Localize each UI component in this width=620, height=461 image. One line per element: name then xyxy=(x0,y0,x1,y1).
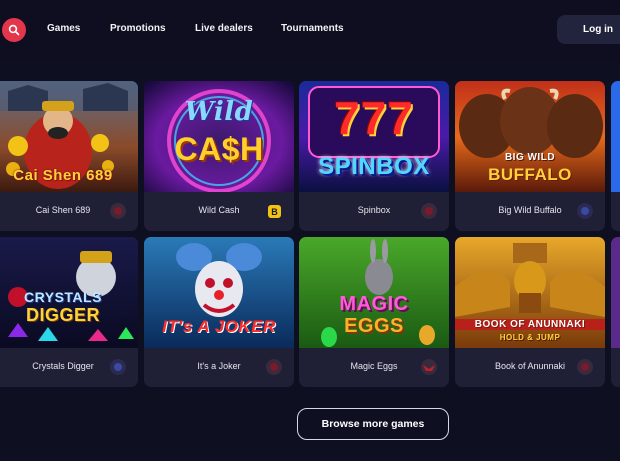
game-card-big-wild-buffalo[interactable]: BIG WILD BUFFALO Big Wild Buffalo xyxy=(455,81,605,231)
game-card-cai-shen-689[interactable]: Cai Shen 689 Cai Shen 689 xyxy=(0,81,138,231)
nav-games[interactable]: Games xyxy=(47,23,80,34)
game-logo-text: Wild xyxy=(184,97,254,127)
game-card-partial[interactable] xyxy=(611,81,620,231)
game-logo-text: BOOK OF ANUNNAKI xyxy=(455,319,605,330)
game-card-book-of-anunnaki[interactable]: BOOK OF ANUNNAKI HOLD & JUMP Book of Anu… xyxy=(455,237,605,387)
provider-logo-icon xyxy=(114,363,122,371)
provider-badge-b: B xyxy=(268,205,281,218)
provider-logo-icon xyxy=(581,207,589,215)
game-logo-text: MAGIC xyxy=(339,293,409,315)
provider-badge xyxy=(421,359,437,375)
provider-badge xyxy=(421,203,437,219)
game-logo-text: 777 xyxy=(334,92,414,144)
provider-badge xyxy=(110,359,126,375)
game-logo-text: BUFFALO xyxy=(488,165,572,184)
game-logo-text: SPINBOX xyxy=(318,153,430,180)
provider-logo-icon xyxy=(270,363,278,371)
provider-badge xyxy=(110,203,126,219)
game-card-its-a-joker[interactable]: IT's A JOKER It's a Joker xyxy=(144,237,294,387)
provider-logo-icon xyxy=(425,207,433,215)
game-thumbnail[interactable] xyxy=(611,81,620,192)
provider-logo-icon xyxy=(581,363,589,371)
nav-live-dealers[interactable]: Live dealers xyxy=(195,23,253,34)
game-logo-text: HOLD & JUMP xyxy=(499,333,561,342)
game-logo-text: EGGS xyxy=(344,315,404,337)
game-thumbnail[interactable]: CRYSTALS DIGGER xyxy=(0,237,138,348)
provider-logo-icon xyxy=(114,207,122,215)
game-thumbnail[interactable]: MAGIC EGGS xyxy=(299,237,449,348)
game-logo-text: IT's A JOKER xyxy=(162,317,276,336)
nav-promotions[interactable]: Promotions xyxy=(110,23,166,34)
game-thumbnail[interactable] xyxy=(611,237,620,348)
game-thumbnail[interactable]: BOOK OF ANUNNAKI HOLD & JUMP xyxy=(455,237,605,348)
game-card-magic-eggs[interactable]: MAGIC EGGS Magic Eggs xyxy=(299,237,449,387)
top-navigation-bar: Games Promotions Live dealers Tournament… xyxy=(0,0,620,60)
search-icon xyxy=(8,24,20,36)
game-thumbnail[interactable]: IT's A JOKER xyxy=(144,237,294,348)
game-thumbnail[interactable]: 777 SPINBOX xyxy=(299,81,449,192)
browse-more-games-button[interactable]: Browse more games xyxy=(297,408,449,440)
game-card-wild-cash[interactable]: Wild CA$H Wild Cash B xyxy=(144,81,294,231)
game-card-partial[interactable] xyxy=(611,237,620,387)
game-thumbnail[interactable]: BIG WILD BUFFALO xyxy=(455,81,605,192)
provider-badge xyxy=(577,359,593,375)
game-card-crystals-digger[interactable]: CRYSTALS DIGGER Crystals Digger xyxy=(0,237,138,387)
game-logo-text: CRYSTALS xyxy=(24,289,102,305)
provider-wings-icon xyxy=(423,365,435,371)
game-logo-text: DIGGER xyxy=(25,305,100,325)
game-thumbnail[interactable]: Cai Shen 689 xyxy=(0,81,138,192)
provider-badge xyxy=(266,359,282,375)
search-button[interactable] xyxy=(2,18,26,42)
game-logo-text: Cai Shen 689 xyxy=(13,167,113,184)
nav-tournaments[interactable]: Tournaments xyxy=(281,23,344,34)
provider-badge xyxy=(577,203,593,219)
game-logo-text: CA$H xyxy=(174,131,264,167)
login-button[interactable]: Log in xyxy=(557,15,620,44)
game-card-spinbox[interactable]: 777 SPINBOX Spinbox xyxy=(299,81,449,231)
game-logo-text: BIG WILD xyxy=(504,152,556,163)
game-thumbnail[interactable]: Wild CA$H xyxy=(144,81,294,192)
